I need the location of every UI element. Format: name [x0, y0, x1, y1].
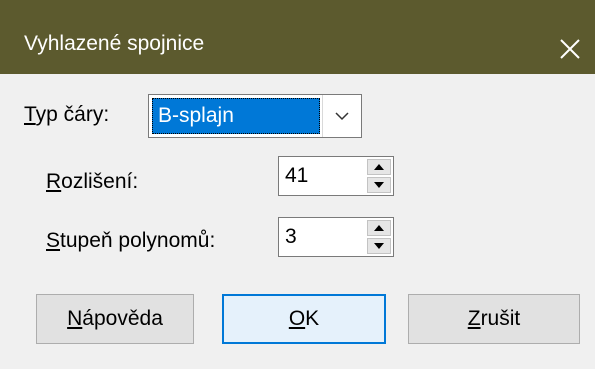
ok-button-mnemonic: O	[288, 307, 306, 330]
resolution-value[interactable]: 41	[285, 157, 308, 195]
help-button[interactable]: Nápověda	[36, 294, 194, 344]
resolution-increment-button[interactable]	[367, 159, 391, 175]
dialog-body: Typ čáry: B-splajn Rozlišení: 41 Stupeň …	[0, 74, 595, 369]
help-button-label: ápověda	[82, 307, 163, 330]
arrow-down-icon	[374, 182, 384, 188]
degree-increment-button[interactable]	[367, 220, 391, 236]
arrow-up-icon	[374, 225, 384, 231]
resolution-decrement-button[interactable]	[367, 177, 391, 193]
cancel-button[interactable]: Zrušit	[408, 294, 580, 344]
line-type-dropdown-button[interactable]	[322, 95, 361, 137]
cancel-button-label: rušit	[480, 307, 521, 330]
smooth-lines-dialog: Vyhlazené spojnice Typ čáry: B-splajn Ro…	[0, 0, 595, 369]
line-type-label-text: yp čáry:	[35, 103, 110, 126]
arrow-up-icon	[374, 164, 384, 170]
line-type-label: Typ čáry:	[24, 102, 109, 128]
cancel-button-mnemonic: Z	[467, 307, 481, 330]
degree-label: Stupeň polynomů:	[46, 228, 215, 254]
degree-value[interactable]: 3	[285, 218, 297, 256]
resolution-spin-buttons	[367, 159, 391, 193]
close-button[interactable]	[545, 24, 595, 74]
close-icon	[560, 39, 580, 59]
resolution-label-mnemonic: R	[46, 170, 62, 193]
degree-spin-buttons	[367, 220, 391, 254]
ok-button-label: K	[305, 307, 320, 330]
line-type-value: B-splajn	[152, 98, 320, 134]
dialog-title: Vyhlazené spojnice	[24, 32, 205, 55]
ok-button[interactable]: OK	[222, 294, 386, 344]
line-type-label-mnemonic: T	[24, 103, 36, 126]
degree-label-mnemonic: S	[46, 229, 61, 252]
arrow-down-icon	[374, 243, 384, 249]
chevron-down-icon	[335, 112, 349, 121]
resolution-spinbox[interactable]: 41	[278, 156, 394, 196]
line-type-select[interactable]: B-splajn	[148, 94, 362, 138]
resolution-label: Rozlišení:	[46, 169, 138, 195]
degree-label-text: tupeň polynomů:	[60, 229, 216, 252]
degree-spinbox[interactable]: 3	[278, 217, 394, 257]
resolution-label-text: ozlišení:	[61, 170, 139, 193]
title-bar: Vyhlazené spojnice	[0, 0, 595, 74]
help-button-mnemonic: N	[67, 307, 83, 330]
degree-decrement-button[interactable]	[367, 238, 391, 254]
